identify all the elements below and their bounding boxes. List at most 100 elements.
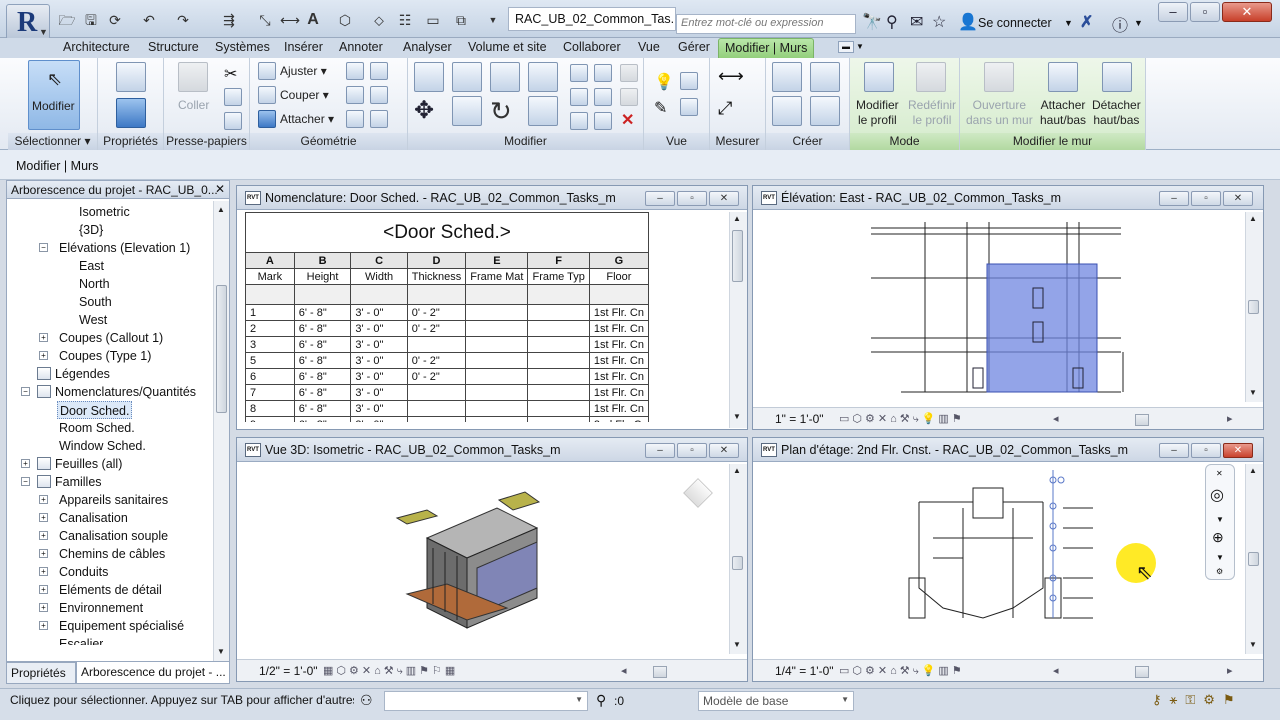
table-cell[interactable]: 6' - 8" [293,304,352,321]
close-icon[interactable]: ✕ [1216,469,1223,478]
workset-select[interactable]: ▼ [384,691,588,711]
tree-item-schedules[interactable]: − Nomenclatures/Quantités [21,383,196,401]
collapse-icon[interactable]: − [21,477,30,486]
paste-button[interactable]: Coller [178,98,209,112]
table-cell[interactable]: 2 [245,320,295,337]
table-cell[interactable]: 6' - 8" [293,400,352,417]
options-icon[interactable]: ⚙ [1216,567,1223,576]
tree-item-elevations[interactable]: − Elévations (Elevation 1) [39,239,190,257]
tab-structure[interactable]: Structure [148,38,199,58]
geometry-tool-icon[interactable] [370,86,388,104]
move-icon[interactable]: ✥ [414,96,444,126]
favorites-star-icon[interactable]: ☆ [932,12,946,32]
join-button[interactable]: Attacher ▾ [280,112,334,126]
scroll-down-icon[interactable]: ▼ [1249,640,1257,649]
match-properties-icon[interactable] [224,112,242,130]
scroll-thumb[interactable] [216,285,227,413]
wall-opening-button[interactable]: Ouverture dans un mur [966,98,1033,128]
sync-icon[interactable]: ⟳ [106,12,124,28]
column-letter[interactable]: E [465,252,529,269]
maximize-button[interactable]: ▫ [1191,191,1221,206]
cut-geometry-button[interactable]: Couper ▾ [280,88,329,102]
sign-in-link[interactable]: Se connecter [978,16,1052,30]
scroll-down-icon[interactable]: ▼ [1249,388,1257,397]
table-cell[interactable]: 6 [245,368,295,385]
column-letter[interactable]: B [293,252,352,269]
selected-wall[interactable] [986,263,1098,393]
scroll-thumb[interactable] [732,556,743,570]
open-icon[interactable]: 🗁 [58,12,76,28]
search-input[interactable]: Entrez mot-clé ou expression [676,14,856,34]
close-hidden-icon[interactable]: ▭ [424,12,442,28]
user-icon[interactable]: 👤 [958,12,978,32]
view-control-icons[interactable]: ▭⬡⚙✕⌂⚒⤷💡▥⚑ [839,412,965,426]
print-icon[interactable]: ⇶ [220,12,238,28]
tree-item-family[interactable]: + Environnement [39,599,143,617]
tree-item-family[interactable]: + Chemins de câbles [39,545,165,563]
table-cell[interactable]: 0' - 2" [406,368,467,385]
table-row[interactable]: 3 6' - 8" 3' - 0" 1st Flr. Cn [245,336,649,353]
detach-top-base-button[interactable]: Détacher haut/bas [1092,98,1141,128]
table-cell[interactable]: 9 [245,416,295,422]
chevron-down-icon[interactable]: ▼ [1216,553,1224,562]
view-scale[interactable]: 1" = 1'-0" [775,412,824,426]
close-icon[interactable]: ✕ [215,182,225,196]
table-cell[interactable]: 1st Flr. Cn [588,368,649,385]
tree-item-family[interactable]: +Escalier [59,635,103,645]
tree-item-door-sched[interactable]: Door Sched. [57,401,133,419]
worksets-icon[interactable]: ⚇ [360,692,373,709]
properties-icon[interactable] [116,98,146,128]
table-cell[interactable] [406,336,467,353]
expand-icon[interactable]: + [39,567,48,576]
scroll-thumb[interactable] [732,230,743,282]
type-properties-icon[interactable] [116,62,146,92]
3d-scrollbar[interactable]: ▲ ▼ [729,464,747,654]
tree-item-family[interactable]: + Eléments de détail [39,581,162,599]
expand-icon[interactable]: + [39,549,48,558]
maximize-button[interactable]: ▫ [1190,2,1220,22]
geometry-tool-icon[interactable] [346,110,364,128]
filter-icon[interactable]: ⚲ [596,692,606,709]
column-letter[interactable]: C [350,252,408,269]
communication-icon[interactable]: ✉ [910,12,923,32]
table-cell[interactable]: 1 [245,304,295,321]
column-letter[interactable]: F [527,252,590,269]
tab-manage[interactable]: Gérer [678,38,710,58]
tab-architecture[interactable]: Architecture [63,38,130,58]
expand-icon[interactable]: + [39,531,48,540]
column-letter[interactable]: D [406,252,467,269]
offset-icon[interactable] [452,62,482,92]
table-cell[interactable] [406,400,467,417]
tree-item-sections[interactable]: + Coupes (Type 1) [39,347,151,365]
scroll-thumb[interactable] [1248,300,1259,314]
scroll-right-icon[interactable]: ▸ [1227,412,1236,425]
align-icon[interactable] [414,62,444,92]
table-row[interactable]: 96' - 8"3' - 0" 2nd Flr. C [245,416,649,422]
customize-qat-icon[interactable]: ▼ [484,12,502,28]
scroll-down-icon[interactable]: ▼ [217,647,225,656]
copy-element-icon[interactable] [452,96,482,126]
viewcube-icon[interactable] [683,478,713,508]
table-cell[interactable]: 0' - 2" [406,304,467,321]
column-header[interactable]: Frame Mat [465,268,529,285]
table-cell[interactable]: 3' - 0" [350,368,408,385]
view-scale[interactable]: 1/4" = 1'-0" [775,664,834,678]
override-graphics-icon[interactable] [680,72,698,90]
table-cell[interactable] [406,384,467,401]
unpin-icon[interactable] [620,88,638,106]
elevation-scrollbar[interactable]: ▲ ▼ [1245,212,1263,402]
tab-modify-walls[interactable]: Modifier | Murs [718,38,815,58]
view-control-icons[interactable]: ▭⬡⚙✕⌂⚒⤷💡▥⚑ [839,664,965,678]
tree-item-callouts[interactable]: + Coupes (Callout 1) [39,329,163,347]
collapse-icon[interactable]: − [21,387,30,396]
tree-item-east[interactable]: East [79,257,104,275]
close-button[interactable]: ✕ [1223,191,1253,206]
tab-properties[interactable]: Propriétés [6,662,76,684]
column-letter[interactable]: G [588,252,649,269]
minimize-button[interactable]: – [645,443,675,458]
schedule-scrollbar[interactable]: ▲ ▼ [729,212,747,428]
tree-item-isometric[interactable]: Isometric [79,203,130,221]
table-cell[interactable]: 3' - 0" [350,416,408,422]
text-icon[interactable]: A [304,12,322,28]
table-cell[interactable]: 6' - 8" [293,336,352,353]
